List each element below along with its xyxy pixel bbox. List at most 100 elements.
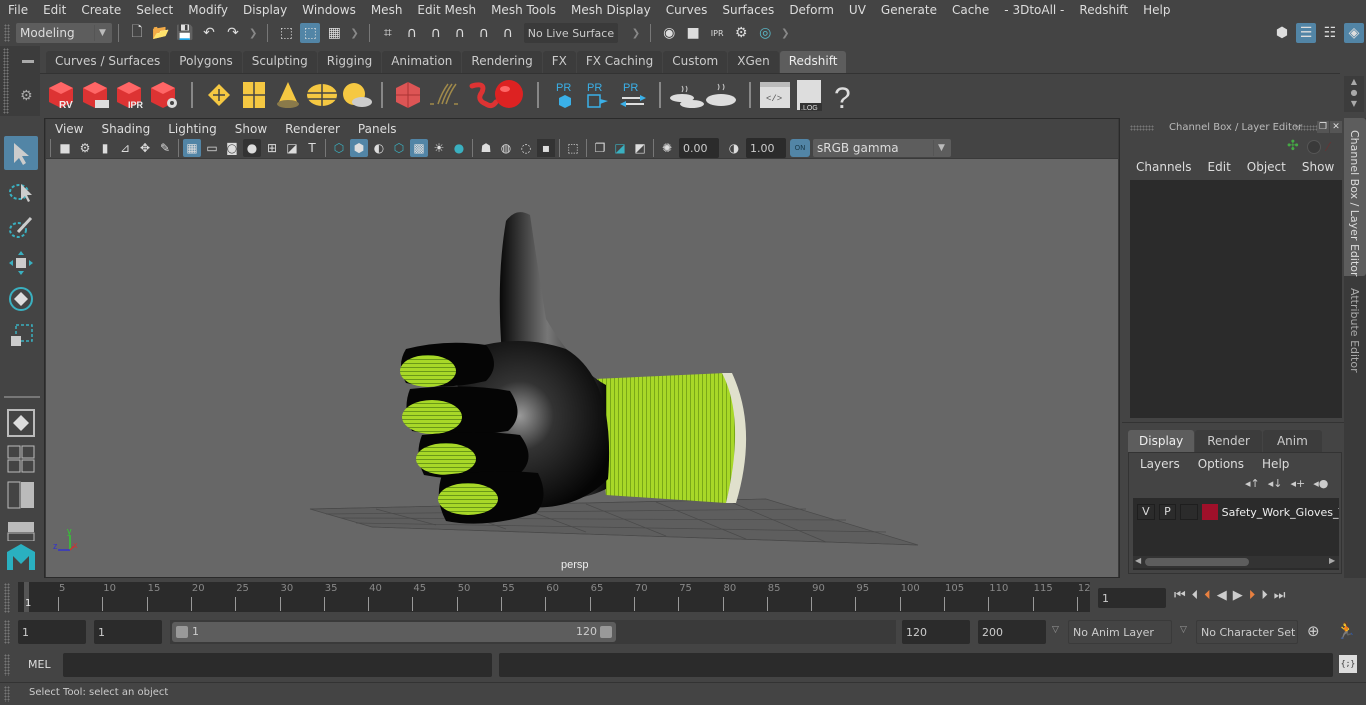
menu-surfaces[interactable]: Surfaces <box>714 3 781 17</box>
vp-menu-shading[interactable]: Shading <box>92 122 159 136</box>
vp-menu-renderer[interactable]: Renderer <box>276 122 349 136</box>
menu-select[interactable]: Select <box>128 3 180 17</box>
cb-menu-edit[interactable]: Edit <box>1200 160 1239 178</box>
shelf-tab-xgen[interactable]: XGen <box>728 51 779 73</box>
layer-playback-toggle[interactable]: P <box>1158 504 1177 520</box>
attribute-editor-toggle-icon[interactable]: ☰ <box>1296 23 1316 43</box>
wireframe-on-shaded-icon[interactable]: ⬡ <box>390 139 408 157</box>
snap-grid-icon[interactable]: ⌗ <box>378 23 398 43</box>
layer-menu-options[interactable]: Options <box>1189 457 1253 471</box>
drag-handle[interactable] <box>4 24 10 42</box>
safe-action-icon[interactable]: ◪ <box>283 139 301 157</box>
shelf-tab-redshift[interactable]: Redshift <box>779 51 847 73</box>
field-chart-icon[interactable]: ⊞ <box>263 139 281 157</box>
shelf-tab-fx[interactable]: FX <box>542 51 576 73</box>
shelf-tabs-menu-icon[interactable] <box>22 60 34 63</box>
range-start-handle[interactable] <box>176 626 188 638</box>
menu-file[interactable]: File <box>0 3 35 17</box>
collapse-icon[interactable]: ❯ <box>781 28 789 39</box>
snap-center-icon[interactable]: ∩ <box>498 23 518 43</box>
create-empty-layer-icon[interactable]: ◂+ <box>1291 477 1306 490</box>
scene-start-field[interactable]: 1 <box>18 620 86 644</box>
menu-help[interactable]: Help <box>1135 3 1177 17</box>
drag-handle[interactable] <box>4 654 10 676</box>
redo-icon[interactable]: ↷ <box>223 23 243 43</box>
depth-of-field-icon[interactable]: ▪ <box>537 139 555 157</box>
select-hierarchy-icon[interactable]: ⬚ <box>276 23 296 43</box>
render-settings-icon[interactable]: ⚙ <box>731 23 751 43</box>
menu-curves[interactable]: Curves <box>658 3 715 17</box>
channel-box-toggle-icon[interactable]: ◈ <box>1344 23 1364 43</box>
vp-menu-view[interactable]: View <box>46 122 92 136</box>
character-set-selector[interactable]: No Character Set <box>1196 620 1298 644</box>
script-language-label[interactable]: MEL <box>28 658 51 671</box>
scroll-right-icon[interactable]: ▶ <box>1329 556 1335 565</box>
redshift-bake-icon[interactable] <box>706 83 736 106</box>
live-surface-field[interactable]: No Live Surface <box>523 23 618 43</box>
motion-blur-icon[interactable]: ◍ <box>497 139 515 157</box>
close-icon[interactable]: ✕ <box>1330 121 1342 133</box>
use-all-lights-icon[interactable]: ☀ <box>430 139 448 157</box>
step-forward-key-icon[interactable]: ⏵ <box>1249 588 1256 603</box>
paint-select-tool-icon[interactable] <box>4 210 38 244</box>
auto-key-icon[interactable]: ⊕ <box>1307 622 1320 640</box>
rotate-tool-icon[interactable] <box>4 282 38 316</box>
redshift-ipr-icon[interactable]: IPR <box>117 81 144 110</box>
step-forward-frame-icon[interactable]: ⏵ <box>1261 588 1268 603</box>
redshift-dome-light-icon[interactable] <box>307 83 337 106</box>
menu-cache[interactable]: Cache <box>944 3 996 17</box>
xray-joints-icon[interactable]: ◪ <box>611 139 629 157</box>
select-tool-icon[interactable] <box>4 136 38 170</box>
grease-pencil-icon[interactable]: ✎ <box>156 139 174 157</box>
menu-create[interactable]: Create <box>73 3 128 17</box>
image-plane-icon[interactable]: ⊿ <box>116 139 134 157</box>
render-view-icon[interactable]: ◉ <box>659 23 679 43</box>
shelf-tab-fx-caching[interactable]: FX Caching <box>576 51 663 73</box>
drag-handle[interactable] <box>1294 125 1318 131</box>
render-frame-icon[interactable]: ■ <box>683 23 703 43</box>
layer-tab-anim[interactable]: Anim <box>1262 430 1322 452</box>
cb-menu-channels[interactable]: Channels <box>1122 160 1200 178</box>
playback-start-field[interactable]: 1 <box>94 620 162 644</box>
layer-menu-help[interactable]: Help <box>1253 457 1298 471</box>
redshift-script-editor-icon[interactable]: </> <box>760 81 790 108</box>
move-layer-up-icon[interactable]: ◂↑ <box>1245 477 1260 490</box>
side-tab-attribute-editor[interactable]: Attribute Editor <box>1344 278 1366 378</box>
menu-redshift[interactable]: Redshift <box>1071 3 1135 17</box>
shelf-tab-rigging[interactable]: Rigging <box>317 51 382 73</box>
character-set-dropdown-icon[interactable]: ▽ <box>1180 625 1187 635</box>
hypershade-icon[interactable]: ◎ <box>755 23 775 43</box>
menu-modify[interactable]: Modify <box>180 3 235 17</box>
shelf-tab-rendering[interactable]: Rendering <box>462 51 542 73</box>
create-layer-from-selected-icon[interactable]: ◂● <box>1313 477 1328 490</box>
step-back-key-icon[interactable]: ⏴ <box>1204 588 1211 603</box>
maya-logo-icon[interactable] <box>4 540 38 574</box>
shelf-tab-sculpting[interactable]: Sculpting <box>242 51 317 73</box>
undo-icon[interactable]: ↶ <box>199 23 219 43</box>
xray-icon[interactable]: ❐ <box>591 139 609 157</box>
timeline-track[interactable]: 1 5 10 15 20 25 30 35 40 45 50 55 60 65 70 75 80 85 90 95 1… <box>18 582 1091 612</box>
shelf-tab-polygons[interactable]: Polygons <box>170 51 242 73</box>
layer-visibility-toggle[interactable]: V <box>1137 504 1155 520</box>
3d-viewport[interactable]: y z x persp <box>46 159 1118 577</box>
scrollbar-thumb[interactable] <box>1145 558 1249 566</box>
outliner-persp-layout-icon[interactable] <box>4 478 38 512</box>
layer-tab-display[interactable]: Display <box>1128 430 1195 452</box>
resolution-gate-icon[interactable]: ◙ <box>223 139 241 157</box>
save-scene-icon[interactable]: 💾 <box>175 23 195 43</box>
snap-point-icon[interactable]: ∩ <box>426 23 446 43</box>
go-to-start-icon[interactable]: ⏮ <box>1174 588 1186 603</box>
float-panel-icon[interactable]: ❐ <box>1317 121 1329 133</box>
safe-title-icon[interactable]: T <box>303 139 321 157</box>
collapse-icon[interactable]: ❯ <box>632 28 640 39</box>
range-end-handle[interactable] <box>600 626 612 638</box>
anti-aliasing-icon[interactable]: ◌ <box>517 139 535 157</box>
use-default-material-icon[interactable]: ◐ <box>370 139 388 157</box>
redshift-proxy-icon[interactable]: PR <box>556 82 571 108</box>
redshift-sphere-icon[interactable] <box>495 79 523 108</box>
gate-mask-icon[interactable]: ● <box>243 139 261 157</box>
layer-display-type-toggle[interactable] <box>1180 504 1198 520</box>
redshift-render-settings-icon[interactable] <box>151 81 177 108</box>
play-backwards-icon[interactable]: ◀ <box>1217 588 1227 603</box>
menu-uv[interactable]: UV <box>841 3 873 17</box>
